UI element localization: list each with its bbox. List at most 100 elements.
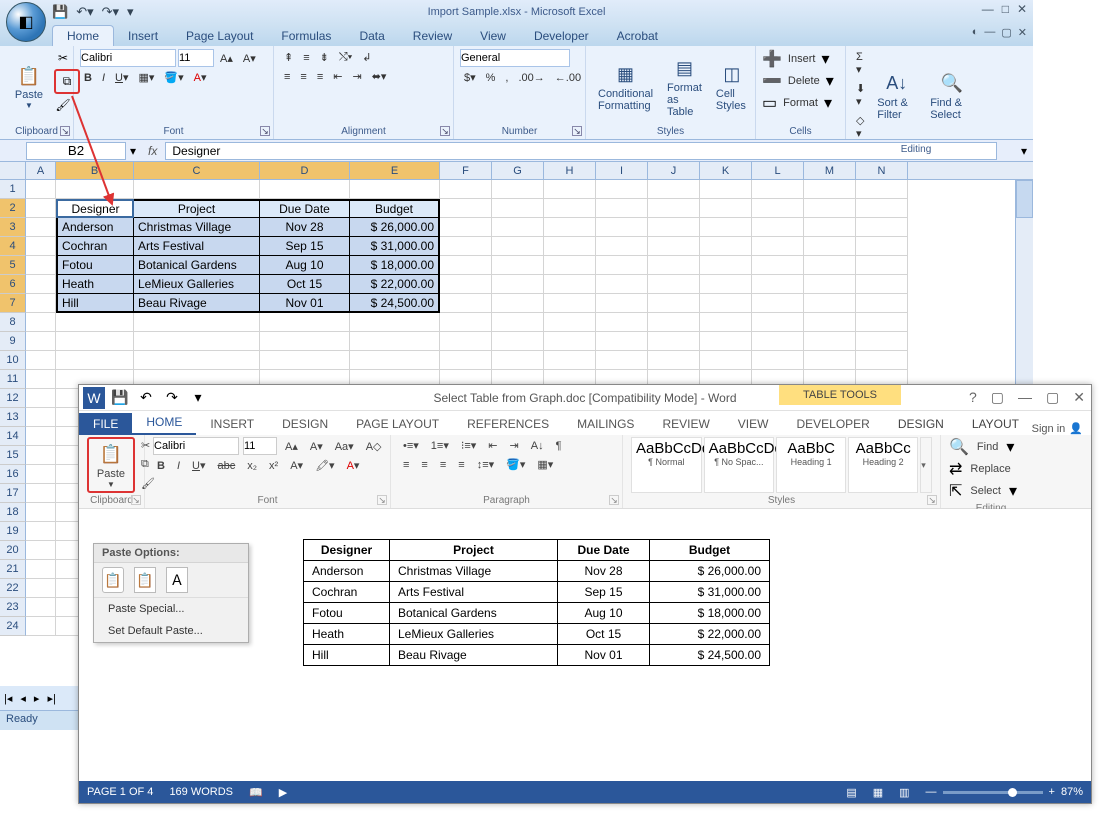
cell-J4[interactable] (648, 237, 700, 256)
column-header-D[interactable]: D (260, 162, 350, 179)
cell-K8[interactable] (700, 313, 752, 332)
row-header-8[interactable]: 8 (0, 313, 26, 332)
table-cell[interactable]: $ 22,000.00 (650, 624, 770, 645)
column-header-H[interactable]: H (544, 162, 596, 179)
cell-E10[interactable] (350, 351, 440, 370)
zoom-level[interactable]: 87% (1061, 786, 1083, 798)
cell-K5[interactable] (700, 256, 752, 275)
table-cell[interactable]: Botanical Gardens (390, 603, 558, 624)
cell-A2[interactable] (26, 199, 56, 218)
cell-N4[interactable] (856, 237, 908, 256)
cell-A1[interactable] (26, 180, 56, 199)
tab-home[interactable]: Home (52, 25, 114, 46)
cell-J3[interactable] (648, 218, 700, 237)
cell-B8[interactable] (56, 313, 134, 332)
cell-L5[interactable] (752, 256, 804, 275)
zoom-in-button[interactable]: + (1049, 786, 1055, 798)
cell-B4[interactable]: Cochran (56, 237, 134, 256)
font-size-select[interactable] (178, 49, 214, 67)
row-header-11[interactable]: 11 (0, 370, 26, 389)
undo-icon[interactable]: ↶ (135, 387, 157, 409)
cell-C10[interactable] (134, 351, 260, 370)
find-select-button[interactable]: 🔍Find & Select (924, 49, 980, 142)
find-button[interactable]: Find (973, 439, 1002, 455)
cell-C9[interactable] (134, 332, 260, 351)
row-header-1[interactable]: 1 (0, 180, 26, 199)
ctx-tab-design[interactable]: DESIGN (884, 413, 958, 435)
cell-M2[interactable] (804, 199, 856, 218)
comma-button[interactable]: , (501, 70, 512, 86)
table-cell[interactable]: $ 18,000.00 (650, 603, 770, 624)
cell-I7[interactable] (596, 294, 648, 313)
grow-font-button[interactable]: A▴ (216, 50, 237, 67)
column-header-B[interactable]: B (56, 162, 134, 179)
decrease-decimal-button[interactable]: ←.00 (551, 70, 585, 86)
cell-N3[interactable] (856, 218, 908, 237)
merge-center-button[interactable]: ⬌▾ (368, 68, 391, 85)
table-cell[interactable]: Beau Rivage (390, 645, 558, 666)
row-header-4[interactable]: 4 (0, 237, 26, 256)
row-header-13[interactable]: 13 (0, 408, 26, 427)
cell-F7[interactable] (440, 294, 492, 313)
table-row[interactable]: HeathLeMieux GalleriesOct 15$ 22,000.00 (304, 624, 770, 645)
tab-insert[interactable]: INSERT (196, 413, 268, 435)
cell-C8[interactable] (134, 313, 260, 332)
cell-K9[interactable] (700, 332, 752, 351)
increase-indent-button[interactable]: ⇥ (506, 437, 523, 454)
cell-H10[interactable] (544, 351, 596, 370)
increase-indent-button[interactable]: ⇥ (348, 68, 365, 85)
web-layout-icon[interactable]: ▥ (899, 786, 909, 799)
cell-N7[interactable] (856, 294, 908, 313)
table-header[interactable]: Designer (304, 540, 390, 561)
column-header-J[interactable]: J (648, 162, 700, 179)
cell-C2[interactable]: Project (134, 199, 260, 218)
read-mode-icon[interactable]: ▤ (846, 786, 856, 799)
table-cell[interactable]: Heath (304, 624, 390, 645)
cell-F9[interactable] (440, 332, 492, 351)
cell-A3[interactable] (26, 218, 56, 237)
help-icon[interactable]: ◐ (972, 26, 979, 39)
cell-N9[interactable] (856, 332, 908, 351)
align-bottom-button[interactable]: ⇟ (316, 49, 333, 66)
row-header-3[interactable]: 3 (0, 218, 26, 237)
tab-design[interactable]: DESIGN (268, 413, 342, 435)
cell-G3[interactable] (492, 218, 544, 237)
cell-I2[interactable] (596, 199, 648, 218)
style---normal[interactable]: AaBbCcDd¶ Normal (631, 437, 702, 493)
cell-C5[interactable]: Botanical Gardens (134, 256, 260, 275)
table-cell[interactable]: Sep 15 (558, 582, 650, 603)
cell-M1[interactable] (804, 180, 856, 199)
tab-developer[interactable]: Developer (520, 26, 603, 46)
word-count[interactable]: 169 WORDS (169, 786, 233, 798)
formula-expand[interactable]: ▾ (1015, 144, 1033, 158)
row-header-17[interactable]: 17 (0, 484, 26, 503)
select-button[interactable]: Select (966, 483, 1005, 499)
tab-page-layout[interactable]: PAGE LAYOUT (342, 413, 453, 435)
cell-K4[interactable] (700, 237, 752, 256)
minimize-button[interactable]: — (982, 2, 994, 16)
percent-button[interactable]: % (482, 70, 500, 86)
cell-J1[interactable] (648, 180, 700, 199)
tab-acrobat[interactable]: Acrobat (603, 26, 672, 46)
multilevel-button[interactable]: ⁝≡▾ (457, 437, 480, 454)
cell-B10[interactable] (56, 351, 134, 370)
align-top-button[interactable]: ⇞ (280, 49, 297, 66)
macro-icon[interactable]: ▶ (279, 786, 287, 799)
close-button[interactable]: ✕ (1073, 389, 1085, 406)
cell-L2[interactable] (752, 199, 804, 218)
cell-I10[interactable] (596, 351, 648, 370)
cell-J9[interactable] (648, 332, 700, 351)
cell-G9[interactable] (492, 332, 544, 351)
table-cell[interactable]: Oct 15 (558, 624, 650, 645)
cell-D3[interactable]: Nov 28 (260, 218, 350, 237)
cell-J5[interactable] (648, 256, 700, 275)
cell-D4[interactable]: Sep 15 (260, 237, 350, 256)
increase-decimal-button[interactable]: .00→ (514, 70, 548, 86)
cell-L4[interactable] (752, 237, 804, 256)
grow-font-button[interactable]: A▴ (281, 438, 302, 455)
cell-I5[interactable] (596, 256, 648, 275)
align-center-button[interactable]: ≡ (417, 457, 431, 473)
keep-text-only-icon[interactable]: Ａ (166, 567, 188, 593)
cell-A11[interactable] (26, 370, 56, 389)
cell-H4[interactable] (544, 237, 596, 256)
